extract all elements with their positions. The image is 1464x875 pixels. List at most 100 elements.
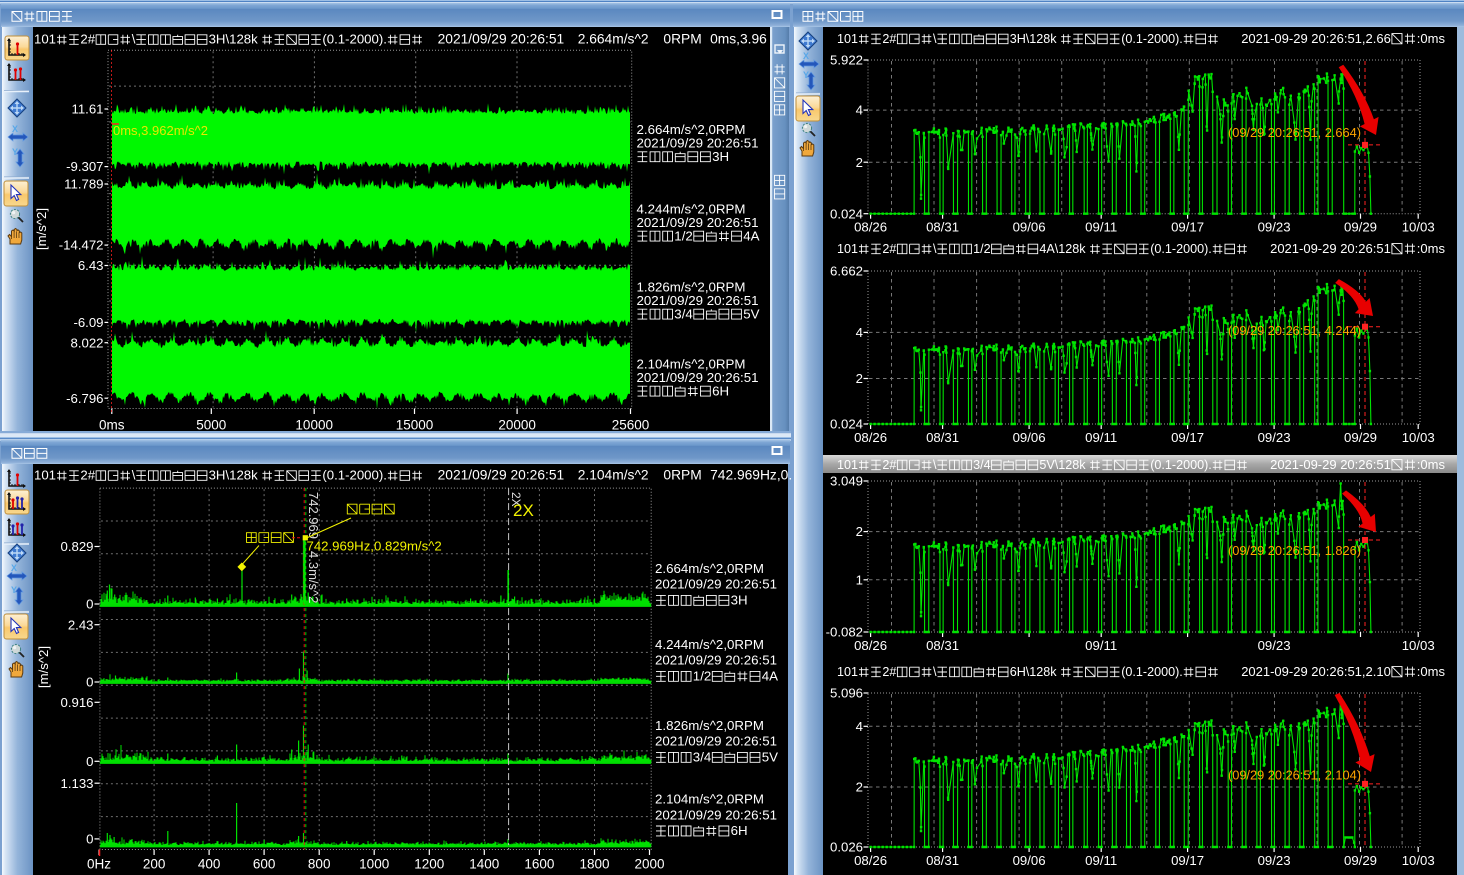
svg-text:2: 2 [856,780,863,795]
svg-text:2021-09-29 20:26:51,2.10: 2021-09-29 20:26:51,2.10 [1241,664,1391,679]
svg-text:Y: Y [803,70,809,80]
svg-text:09/29: 09/29 [1344,430,1377,445]
svg-text:3/4: 3/4 [693,750,712,765]
svg-text:09/29: 09/29 [1344,220,1377,235]
svg-text:2021-09-29 20:26:51: 2021-09-29 20:26:51 [1270,241,1391,256]
svg-text:X: X [12,124,18,134]
svg-text:1/2: 1/2 [674,228,693,243]
svg-text:4: 4 [856,719,863,734]
svg-text:\: \ [132,468,136,483]
svg-text:08/26: 08/26 [854,430,887,445]
svg-text:09/23: 09/23 [1258,853,1291,868]
svg-text:2021/09/29 20:26:51: 2021/09/29 20:26:51 [438,32,565,47]
svg-text:101: 101 [837,665,858,679]
svg-text:2000: 2000 [634,857,664,872]
svg-text:25600: 25600 [612,418,650,433]
svg-text:5.922: 5.922 [830,53,863,68]
svg-text:09/23: 09/23 [1258,638,1291,653]
svg-text:6H: 6H [731,823,748,838]
svg-text::0ms: :0ms [1417,31,1446,46]
svg-text:4: 4 [856,325,863,340]
svg-text:8.022: 8.022 [70,335,103,350]
svg-text:2: 2 [856,524,863,539]
svg-text:1.133: 1.133 [60,776,93,791]
svg-text:09/17: 09/17 [1171,220,1204,235]
svg-text:2#: 2# [882,458,896,472]
svg-text:2.664m/s^2: 2.664m/s^2 [578,32,649,47]
svg-text:2.43: 2.43 [68,617,94,632]
svg-text:3/4: 3/4 [674,306,693,321]
svg-text:(09/29 20:26:51, 2.104): (09/29 20:26:51, 2.104) [1228,768,1361,783]
svg-text:(09/29 20:26:51, 1.826): (09/29 20:26:51, 1.826) [1228,543,1361,558]
svg-text:10/03: 10/03 [1402,430,1435,445]
svg-text:0ms: 0ms [99,418,125,433]
svg-text:08/26: 08/26 [854,853,887,868]
svg-text:\: \ [933,242,937,256]
svg-text:0ms,3.962m/s^2: 0ms,3.962m/s^2 [113,123,208,138]
svg-text:0RPM: 0RPM [663,468,701,483]
svg-text:2021/09/29 20:26:51: 2021/09/29 20:26:51 [655,734,777,749]
svg-text:0ms,3.96: 0ms,3.96 [710,32,767,47]
svg-text:2#: 2# [882,32,896,46]
svg-text:09/11: 09/11 [1085,853,1117,868]
svg-text:2021/09/29 20:26:51: 2021/09/29 20:26:51 [637,215,759,230]
svg-text:08/26: 08/26 [854,220,887,235]
svg-text:6H\128k: 6H\128k [1010,665,1058,679]
svg-text:X: X [803,51,809,61]
svg-text:101: 101 [34,32,56,47]
svg-text:(0.1-2000).: (0.1-2000). [1121,32,1183,46]
svg-text:(0.1-2000).: (0.1-2000). [1121,665,1183,679]
svg-text:600: 600 [253,857,276,872]
svg-text:-14.472: -14.472 [59,238,104,253]
svg-text::0ms: :0ms [1417,664,1446,679]
svg-text:5V: 5V [762,750,778,765]
svg-text:2021/09/29 20:26:51: 2021/09/29 20:26:51 [655,807,777,822]
svg-text:5V\128k: 5V\128k [1039,458,1086,472]
svg-text:2021/09/29 20:26:51: 2021/09/29 20:26:51 [438,468,565,483]
svg-text:2.104m/s^2: 2.104m/s^2 [578,468,649,483]
svg-text:0: 0 [86,597,93,612]
svg-text:742.969Hz,0.: 742.969Hz,0. [710,468,792,483]
svg-text:1: 1 [856,572,863,587]
svg-text:08/31: 08/31 [926,638,959,653]
svg-text:\: \ [132,32,136,47]
svg-text:10/03: 10/03 [1402,220,1435,235]
svg-text:2#: 2# [80,32,95,47]
svg-text::0ms: :0ms [1417,241,1446,256]
svg-text:(0.1-2000).: (0.1-2000). [322,468,387,483]
svg-text:10/03: 10/03 [1402,638,1435,653]
svg-text:Y: Y [12,147,18,157]
svg-text:09/23: 09/23 [1258,430,1291,445]
svg-text:0: 0 [86,832,93,847]
svg-text:(0.1-2000).: (0.1-2000). [1150,458,1212,472]
svg-text:1/2: 1/2 [973,242,991,256]
svg-text:09/06: 09/06 [1013,220,1046,235]
svg-text:2021/09/29 20:26:51: 2021/09/29 20:26:51 [637,370,759,385]
svg-text:2021-09-29 20:26:51: 2021-09-29 20:26:51 [1270,457,1391,472]
svg-text:0Hz: 0Hz [87,857,111,872]
svg-text:4: 4 [856,103,863,118]
svg-text:-6.796: -6.796 [66,391,103,406]
svg-text:3/4: 3/4 [973,458,991,472]
svg-text:4A\128k: 4A\128k [1039,242,1086,256]
svg-text:2#: 2# [882,665,896,679]
svg-text:6.662: 6.662 [830,264,863,279]
svg-text:0: 0 [86,675,93,690]
svg-text:1.826m/s^2,0RPM: 1.826m/s^2,0RPM [655,718,764,733]
svg-text:800: 800 [308,857,331,872]
svg-text:101: 101 [34,468,56,483]
svg-text:11.61: 11.61 [71,102,103,117]
svg-text:08/31: 08/31 [926,220,959,235]
svg-text::0ms: :0ms [1417,457,1446,472]
svg-text:742.969Hz,0.829m/s^2: 742.969Hz,0.829m/s^2 [307,539,442,554]
svg-text:09/11: 09/11 [1085,638,1117,653]
svg-text:0RPM: 0RPM [663,32,701,47]
svg-text:400: 400 [198,857,221,872]
svg-text:4.3m/s^2: 4.3m/s^2 [306,551,321,603]
svg-text:15000: 15000 [396,418,434,433]
svg-text:2021/09/29 20:26:51: 2021/09/29 20:26:51 [637,293,759,308]
svg-text:1000: 1000 [359,857,389,872]
svg-text:2021/09/29 20:26:51: 2021/09/29 20:26:51 [655,653,777,668]
svg-text:08/31: 08/31 [926,430,959,445]
svg-text:101: 101 [837,32,858,46]
